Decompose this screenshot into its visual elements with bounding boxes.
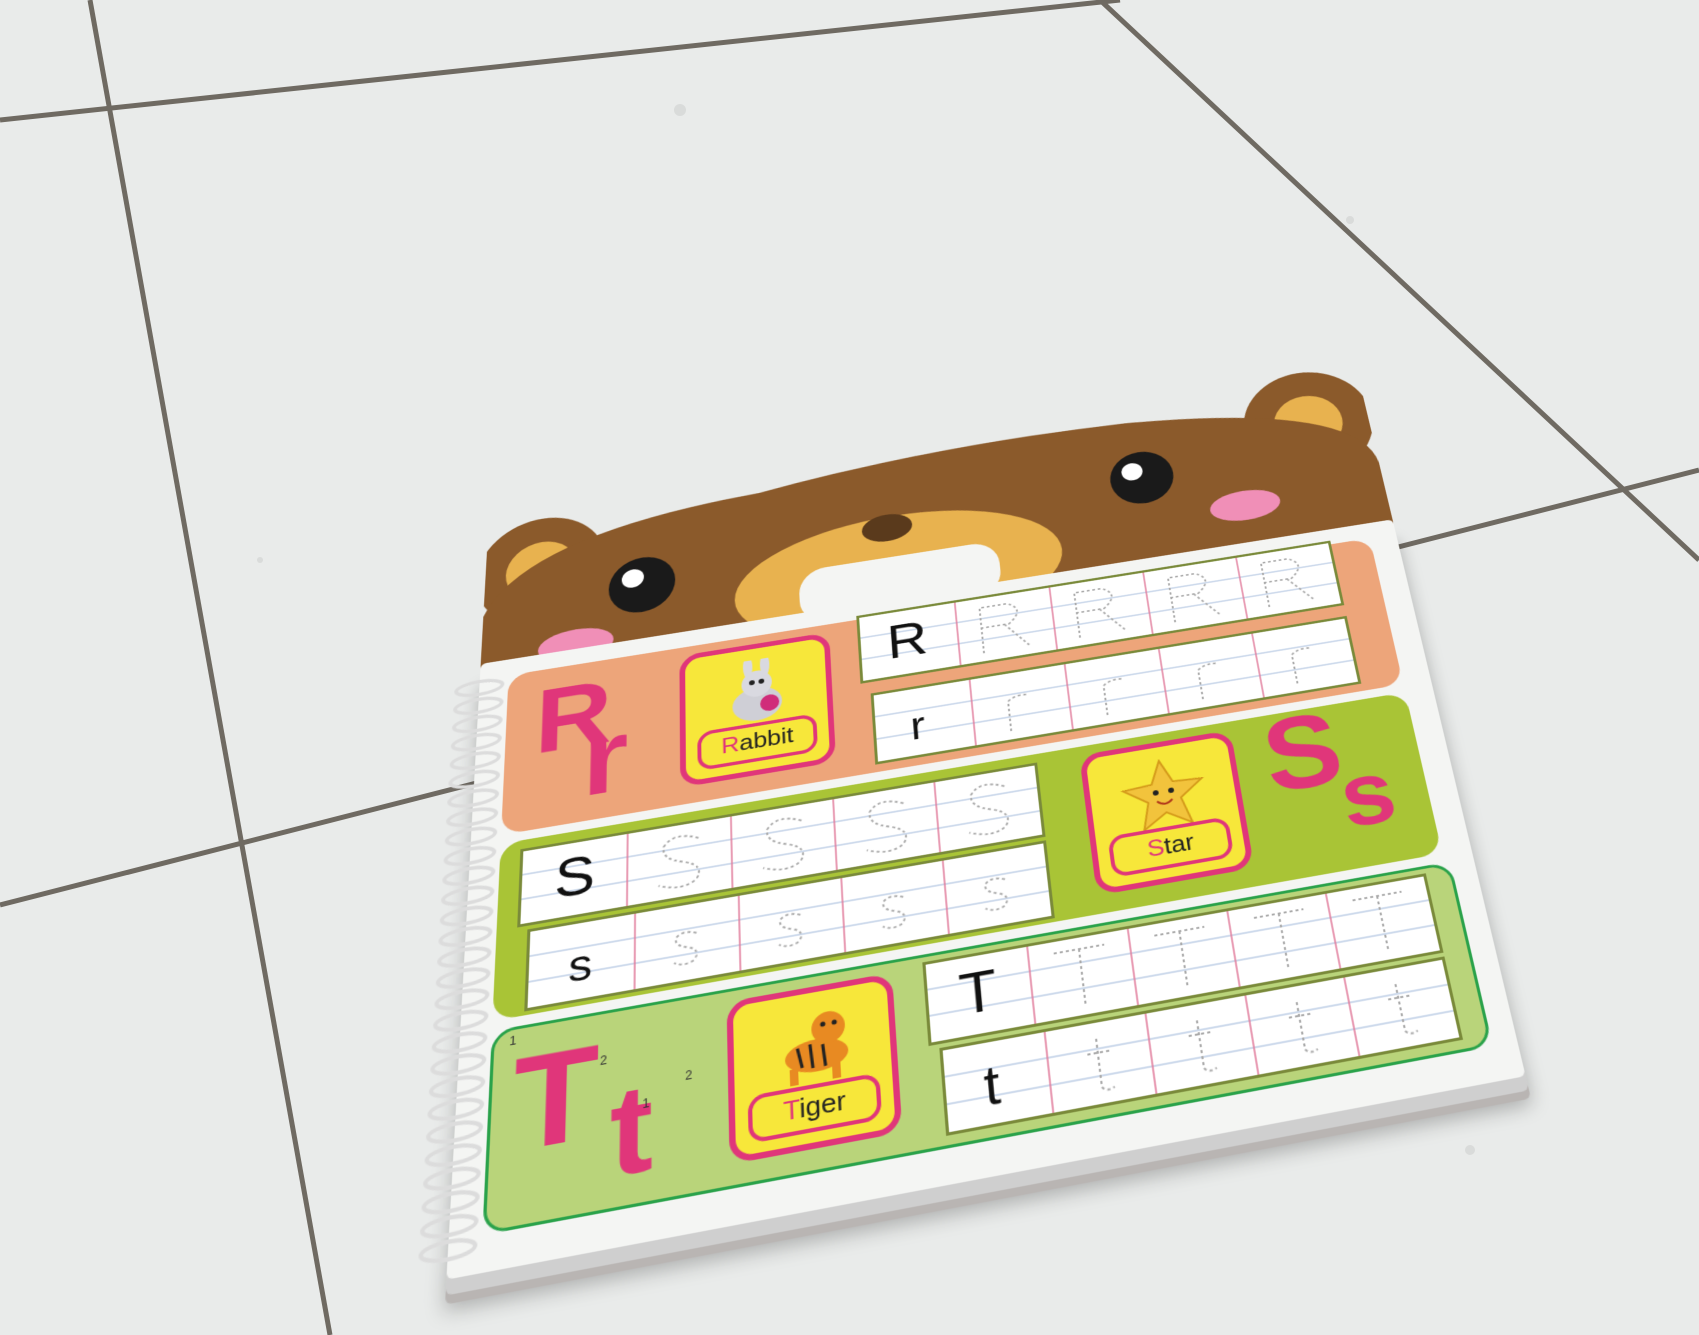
stroke-number: 2: [685, 1067, 693, 1084]
label-rest: abbit: [738, 721, 795, 756]
big-letter-lower: r: [581, 698, 629, 819]
label-initial: R: [720, 730, 740, 759]
label-initial: T: [782, 1093, 800, 1127]
stroke-number: 1: [509, 1033, 517, 1049]
label-rest: iger: [798, 1084, 847, 1125]
picture-card-tiger: Tiger: [726, 972, 903, 1165]
big-letter-lower: s: [1331, 741, 1405, 848]
book-cover: R r Rabbit R r S s Star S s T t 1 2 1 2 …: [445, 355, 1582, 1302]
stroke-number: 1: [642, 1095, 650, 1112]
picture-card-rabbit: Rabbit: [679, 632, 837, 788]
model-letter-upper: R: [885, 610, 930, 670]
big-letter-upper: T: [510, 1016, 601, 1182]
picture-card-star: Star: [1079, 729, 1255, 896]
big-letter-lower: t: [608, 1057, 654, 1206]
stroke-number: 2: [599, 1052, 608, 1069]
model-letter-upper: T: [956, 956, 1000, 1028]
writing-practice-book: R r Rabbit R r S s Star S s T t 1 2 1 2 …: [0, 0, 1699, 1335]
model-letter-lower: s: [567, 938, 593, 993]
label-rest: tar: [1162, 827, 1196, 860]
model-letter-lower: r: [908, 702, 927, 749]
model-letter-upper: S: [553, 842, 596, 911]
